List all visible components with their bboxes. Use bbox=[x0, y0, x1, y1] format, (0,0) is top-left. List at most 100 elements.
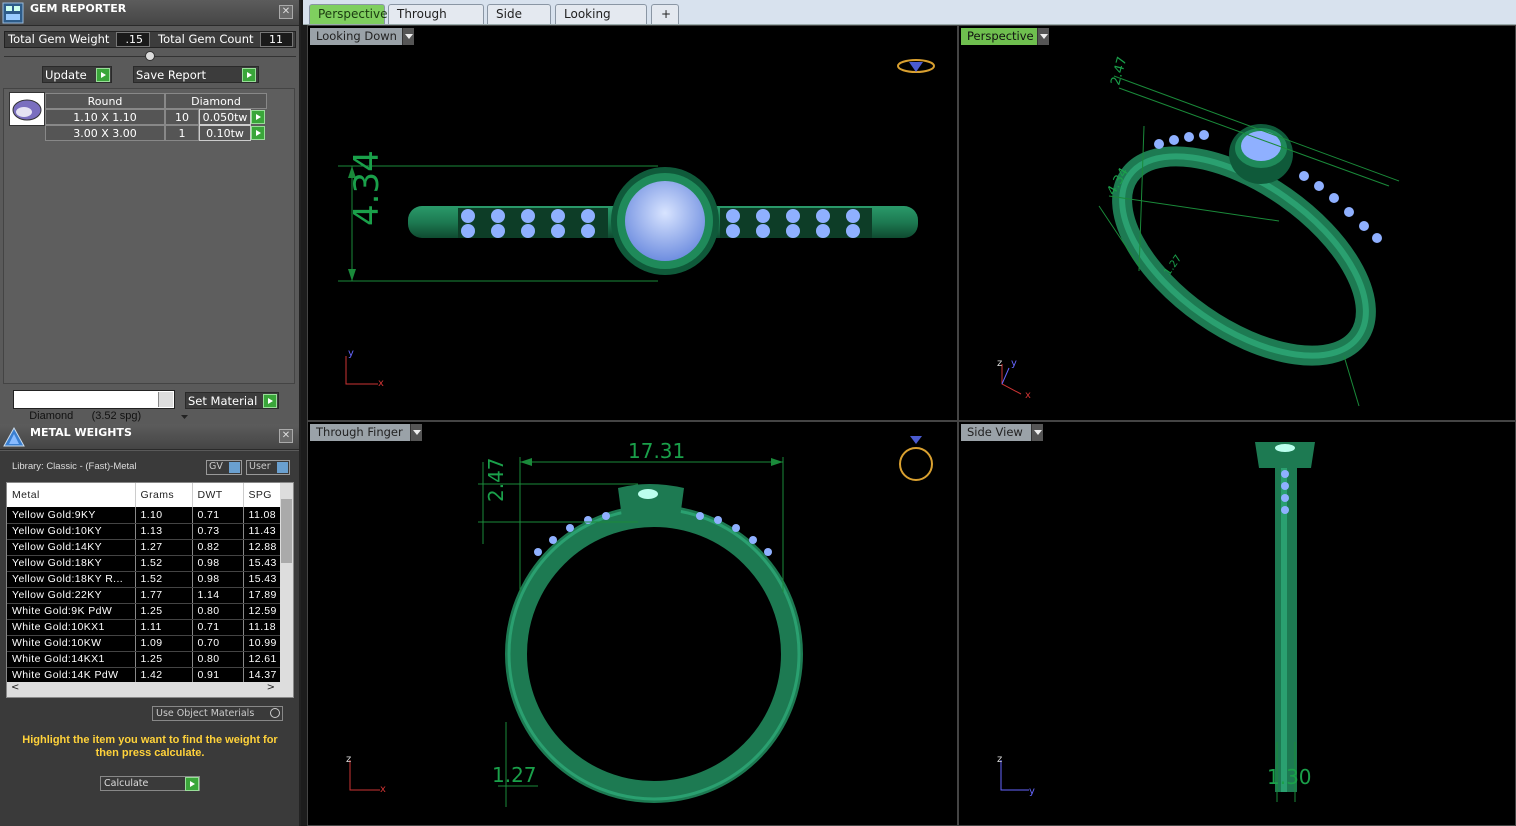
use-object-materials-toggle[interactable]: Use Object Materials bbox=[152, 706, 283, 721]
spg-cell: 12.88 bbox=[243, 539, 282, 556]
table-row[interactable]: White Gold:9K PdW 1.25 0.80 12.59 bbox=[7, 603, 282, 620]
gem-row-size: 3.00 X 3.00 bbox=[45, 125, 165, 141]
dwt-cell: 0.98 bbox=[192, 555, 244, 572]
gv-label: GV bbox=[209, 461, 223, 472]
col-grams[interactable]: Grams bbox=[135, 483, 193, 507]
metal-cell: White Gold:10KW bbox=[7, 635, 136, 652]
ring-orientation-icon bbox=[899, 447, 933, 481]
grams-cell: 1.42 bbox=[135, 667, 193, 684]
use-object-label: Use Object Materials bbox=[156, 708, 255, 719]
metal-weights-header: METAL WEIGHTS ✕ bbox=[0, 424, 299, 450]
material-select-value: Diamond (3.52 spg) bbox=[29, 410, 142, 422]
accent-stone bbox=[491, 224, 505, 238]
accent-stone bbox=[461, 224, 475, 238]
dim-looking-down: 4.34 bbox=[347, 150, 387, 226]
metal-cell: Yellow Gold:9KY bbox=[7, 507, 136, 524]
table-row[interactable]: White Gold:10KX1 1.11 0.71 11.18 bbox=[7, 619, 282, 636]
tab-perspective[interactable]: Perspective bbox=[309, 4, 388, 24]
accent-stone bbox=[696, 512, 704, 520]
user-label: User bbox=[249, 461, 271, 472]
chevron-down-icon[interactable] bbox=[158, 392, 189, 419]
table-row[interactable]: Yellow Gold:18KY R... 1.52 0.98 15.43 bbox=[7, 571, 282, 588]
table-row[interactable]: Yellow Gold:14KY 1.27 0.82 12.88 bbox=[7, 539, 282, 556]
collapse-icon[interactable] bbox=[145, 51, 155, 61]
shape-header: Round bbox=[45, 93, 165, 109]
user-toggle[interactable]: User bbox=[246, 460, 290, 475]
dwt-cell: 0.71 bbox=[192, 507, 244, 524]
update-go-icon[interactable] bbox=[96, 68, 110, 82]
table-row[interactable]: White Gold:14KX1 1.25 0.80 12.61 bbox=[7, 651, 282, 668]
table-row[interactable]: Yellow Gold:9KY 1.10 0.71 11.08 bbox=[7, 507, 282, 524]
total-gem-count-value: 11 bbox=[260, 32, 293, 47]
tab-through-finger[interactable]: Through Finger bbox=[388, 4, 484, 39]
accent-stone bbox=[1344, 207, 1354, 217]
accent-stone bbox=[1299, 171, 1309, 181]
col-metal[interactable]: Metal bbox=[7, 483, 136, 507]
viewport-through-finger[interactable]: Through Finger 17.31 2.47 1.27 z x bbox=[307, 421, 958, 826]
table-row[interactable]: White Gold:14K PdW 1.42 0.91 14.37 bbox=[7, 667, 282, 684]
add-tab-icon[interactable]: + bbox=[651, 4, 679, 24]
calculate-label: Calculate bbox=[104, 778, 149, 789]
round-gem-thumbnail[interactable] bbox=[9, 92, 45, 126]
accent-stone bbox=[1184, 132, 1194, 142]
table-row[interactable]: Yellow Gold:18KY 1.52 0.98 15.43 bbox=[7, 555, 282, 572]
calculate-button[interactable]: Calculate bbox=[100, 776, 200, 791]
accent-stone bbox=[749, 536, 757, 544]
gem-row-go-icon[interactable] bbox=[251, 126, 265, 140]
set-material-button[interactable]: Set Material bbox=[185, 392, 279, 409]
metal-table: Metal Grams DWT SPG Yellow Gold:9KY 1.10 0… bbox=[6, 482, 294, 698]
accent-stone bbox=[1281, 494, 1289, 502]
col-spg[interactable]: SPG bbox=[243, 483, 282, 507]
save-report-button[interactable]: Save Report bbox=[133, 66, 259, 83]
total-gem-count-label: Total Gem Count bbox=[158, 32, 254, 46]
tab-side-view[interactable]: Side View bbox=[487, 4, 551, 39]
accent-stone bbox=[551, 224, 565, 238]
accent-stone bbox=[1314, 181, 1324, 191]
accent-stone bbox=[521, 224, 535, 238]
col-dwt[interactable]: DWT bbox=[192, 483, 244, 507]
gem-row-count: 10 bbox=[165, 109, 199, 125]
accent-stone bbox=[521, 209, 535, 223]
gem-reporter-icon bbox=[2, 2, 24, 24]
table-row[interactable]: White Gold:10KW 1.09 0.70 10.99 bbox=[7, 635, 282, 652]
spg-cell: 11.08 bbox=[243, 507, 282, 524]
scroll-left-icon[interactable]: < bbox=[11, 682, 19, 693]
table-row[interactable]: Yellow Gold:10KY 1.13 0.73 11.43 bbox=[7, 523, 282, 540]
accent-stone bbox=[846, 209, 860, 223]
table-row[interactable]: Yellow Gold:22KY 1.77 1.14 17.89 bbox=[7, 587, 282, 604]
gem-row-go-icon[interactable] bbox=[251, 110, 265, 124]
grams-cell: 1.52 bbox=[135, 555, 193, 572]
set-material-go-icon[interactable] bbox=[263, 394, 277, 408]
accent-stone bbox=[786, 209, 800, 223]
accent-stone bbox=[1329, 193, 1339, 203]
viewport-perspective[interactable]: Perspective 2.47 4.34 1.27 z y x bbox=[958, 25, 1516, 421]
gem-reporter-header: GEM REPORTER ✕ bbox=[0, 0, 299, 26]
scroll-thumb[interactable] bbox=[281, 499, 292, 563]
horizontal-scrollbar[interactable]: < > bbox=[7, 682, 293, 697]
material-select[interactable]: Diamond (3.52 spg) bbox=[13, 390, 189, 422]
viewport-looking-down[interactable]: Looking Down 4.34 y x bbox=[307, 25, 958, 421]
material-header: Diamond bbox=[165, 93, 267, 109]
gem-row-tw: 0.050tw bbox=[199, 109, 251, 125]
viewport-side-view[interactable]: Side View 1.30 z y bbox=[958, 421, 1516, 826]
accent-stone bbox=[1154, 139, 1164, 149]
tab-looking-down[interactable]: Looking Down bbox=[555, 4, 647, 39]
radio-icon bbox=[270, 708, 280, 718]
accent-stone bbox=[756, 209, 770, 223]
dim-a: 2.47 bbox=[1108, 55, 1130, 87]
scroll-right-icon[interactable]: > bbox=[267, 682, 275, 693]
accent-stone bbox=[1359, 221, 1369, 231]
svg-text:z: z bbox=[346, 754, 351, 765]
update-button[interactable]: Update bbox=[42, 66, 112, 83]
toggle-icon bbox=[277, 462, 288, 473]
calculate-go-icon[interactable] bbox=[185, 777, 199, 791]
metal-cell: Yellow Gold:14KY bbox=[7, 539, 136, 556]
metal-weights-close-icon[interactable]: ✕ bbox=[279, 429, 293, 443]
gv-toggle[interactable]: GV bbox=[206, 460, 242, 475]
total-gem-weight-value: .15 bbox=[116, 32, 150, 47]
accent-stone bbox=[1169, 135, 1179, 145]
gem-reporter-close-icon[interactable]: ✕ bbox=[279, 5, 293, 19]
svg-text:z: z bbox=[997, 754, 1002, 765]
save-go-icon[interactable] bbox=[242, 68, 256, 82]
vertical-scrollbar[interactable] bbox=[280, 483, 293, 683]
